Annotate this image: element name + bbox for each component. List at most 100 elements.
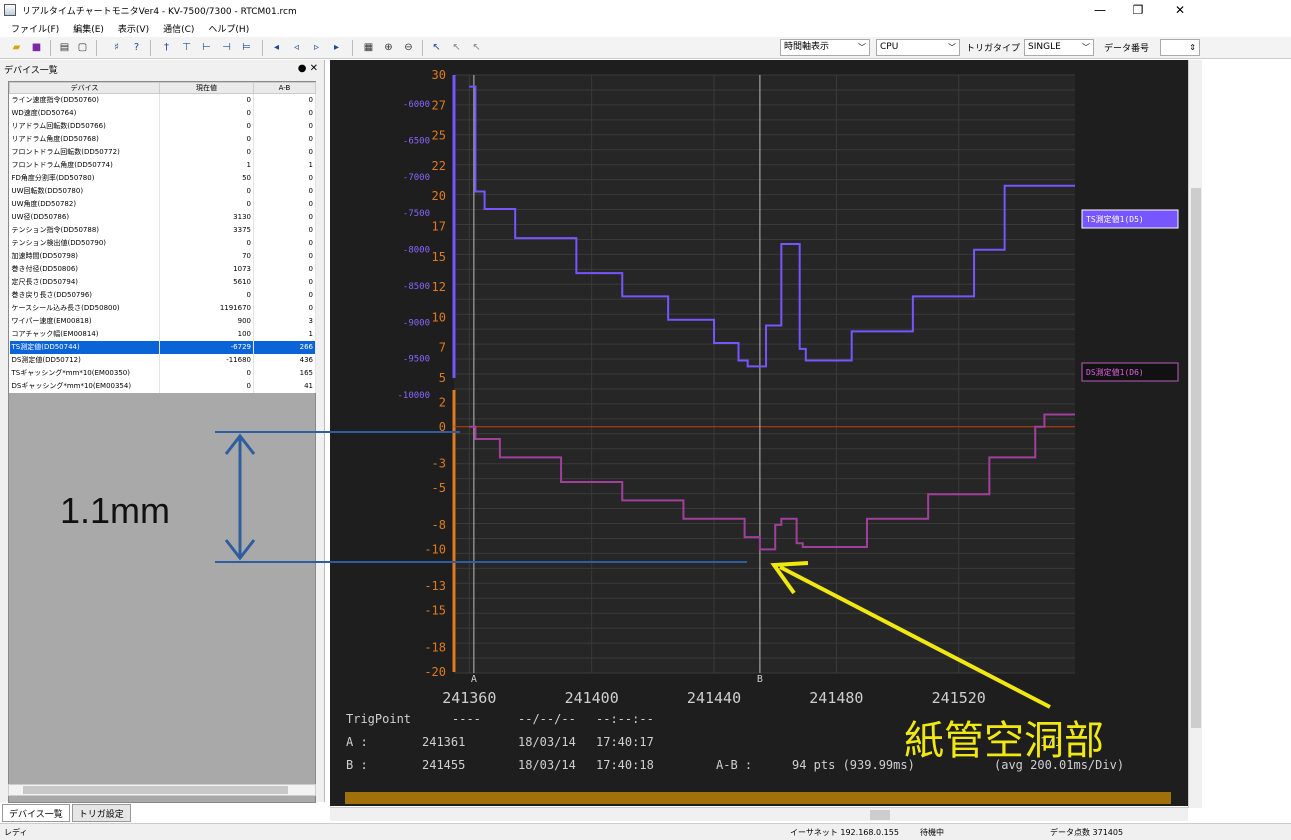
- restore-button[interactable]: ❐: [1118, 0, 1158, 20]
- x-tick-label: 241400: [565, 689, 619, 707]
- legend-label-2: DS測定値1(D6): [1086, 367, 1144, 377]
- axis-display-select[interactable]: 時間軸表示 ﹀: [780, 39, 870, 56]
- zoom-in-icon[interactable]: ⊕: [382, 41, 395, 54]
- cell-value: 900: [159, 314, 254, 328]
- trig-date: --/--/--: [518, 712, 576, 726]
- menu-comm[interactable]: 通信(C): [160, 22, 197, 35]
- cursor-icon[interactable]: †: [160, 41, 173, 54]
- cell-ab: 1: [253, 327, 316, 341]
- jump-last-icon[interactable]: ▸: [330, 41, 343, 54]
- close-button[interactable]: ✕: [1160, 0, 1200, 20]
- data-no-input[interactable]: ⇕: [1160, 39, 1200, 56]
- table-row[interactable]: リアドラム角度(DD50768) 0 0: [9, 132, 316, 146]
- cell-ab: 0: [253, 301, 316, 315]
- table-row[interactable]: リアドラム回転数(DD50766) 0 0: [9, 119, 316, 133]
- jump-next-icon[interactable]: ▹: [310, 41, 323, 54]
- table-row[interactable]: TS測定値(DD50744) -6729 266: [9, 340, 316, 354]
- chart-vscroll[interactable]: [1188, 60, 1202, 808]
- menu-view[interactable]: 表示(V): [115, 22, 152, 35]
- cell-value: 0: [159, 119, 254, 133]
- menu-file[interactable]: ファイル(F): [8, 22, 62, 35]
- minimize-button[interactable]: —: [1080, 0, 1120, 20]
- x-tick-label: 241440: [687, 689, 741, 707]
- y2-tick-label: -9000: [403, 318, 430, 328]
- cell-device: TS測定値(DD50744): [9, 340, 160, 354]
- zoom-out-icon[interactable]: ⊖: [402, 41, 415, 54]
- table-row[interactable]: フロントドラム角度(DD50774) 1 1: [9, 158, 316, 172]
- title-bar: リアルタイムチャートモニタVer4 - KV-7500/7300 - RTCM0…: [0, 0, 1291, 20]
- cell-device: コアチャック幅(EM00814): [9, 327, 160, 341]
- tool-b-icon[interactable]: ⊣: [220, 41, 233, 54]
- y-tick-label: -5: [432, 481, 446, 495]
- arrow-a-icon[interactable]: ↖: [430, 41, 443, 54]
- col-ab[interactable]: A-B: [253, 82, 316, 94]
- table-row[interactable]: コアチャック幅(EM00814) 100 1: [9, 327, 316, 341]
- trigger-type-select[interactable]: SINGLE ﹀: [1024, 39, 1094, 56]
- cell-device: テンション指令(DD50788): [9, 223, 160, 237]
- y-tick-label: 10: [432, 310, 446, 324]
- table-row[interactable]: テンション指令(DD50788) 3375 0: [9, 223, 316, 237]
- table-row[interactable]: テンション検出値(DD50790) 0 0: [9, 236, 316, 250]
- cpu-select[interactable]: CPU ﹀: [876, 39, 960, 56]
- panel-tabs: デバイス一覧 トリガ設定: [0, 804, 131, 822]
- table-row[interactable]: UW回転数(DD50780) 0 0: [9, 184, 316, 198]
- preview-icon[interactable]: ▢: [76, 41, 89, 54]
- cell-value: 0: [159, 184, 254, 198]
- cell-device: リアドラム回転数(DD50766): [9, 119, 160, 133]
- table-row[interactable]: 巻き付径(DD50806) 1073 0: [9, 262, 316, 276]
- y2-tick-label: -10000: [397, 391, 430, 401]
- monitor-icon[interactable]: ♯: [110, 41, 123, 54]
- cell-device: フロントドラム角度(DD50774): [9, 158, 160, 172]
- col-device[interactable]: デバイス: [9, 82, 160, 94]
- cell-value: 1: [159, 158, 254, 172]
- print-icon[interactable]: ▤: [58, 41, 71, 54]
- table-row[interactable]: DSギャッシング*mm*10(EM00354) 0 41: [9, 379, 316, 393]
- table-row[interactable]: UW径(DD50786) 3130 0: [9, 210, 316, 224]
- cell-device: UW角度(DD50782): [9, 197, 160, 211]
- cell-value: 0: [159, 132, 254, 146]
- a-point: 241361: [422, 735, 466, 749]
- device-list-hscroll[interactable]: [8, 784, 316, 796]
- table-row[interactable]: WD速度(DD50764) 0 0: [9, 106, 316, 120]
- x-tick-label: 241360: [442, 689, 496, 707]
- table-row[interactable]: 加速時間(DD50798) 70 0: [9, 249, 316, 263]
- menu-help[interactable]: ヘルプ(H): [205, 22, 252, 35]
- table-row[interactable]: 定尺長さ(DD50794) 5610 0: [9, 275, 316, 289]
- table-row[interactable]: TSギャッシング*mm*10(EM00350) 0 165: [9, 366, 316, 380]
- jump-first-icon[interactable]: ◂: [270, 41, 283, 54]
- cursor-a-label: A: [471, 674, 477, 685]
- tool-a-icon[interactable]: ⊢: [200, 41, 213, 54]
- table-row[interactable]: UW角度(DD50782) 0 0: [9, 197, 316, 211]
- y-tick-label: -18: [424, 640, 446, 654]
- tool-c-icon[interactable]: ⊨: [240, 41, 253, 54]
- y-tick-label: -10: [424, 542, 446, 556]
- cell-ab: 0: [253, 184, 316, 198]
- table-row[interactable]: 巻き戻り長さ(DD50796) 0 0: [9, 288, 316, 302]
- trigger-type-label: トリガタイプ: [966, 44, 1021, 54]
- menu-edit[interactable]: 編集(E): [70, 22, 107, 35]
- tab-device-list[interactable]: デバイス一覧: [2, 804, 70, 822]
- table-row[interactable]: ワイパー速度(EM00818) 900 3: [9, 314, 316, 328]
- help-icon[interactable]: ?: [130, 41, 143, 54]
- table-row[interactable]: FD角度分割率(DD50780) 50 0: [9, 171, 316, 185]
- table-row[interactable]: フロントドラム回転数(DD50772) 0 0: [9, 145, 316, 159]
- arrow-c-icon[interactable]: ↖: [470, 41, 483, 54]
- cell-ab: 0: [253, 262, 316, 276]
- tab-trigger-settings[interactable]: トリガ設定: [71, 804, 131, 822]
- jump-prev-icon[interactable]: ◃: [290, 41, 303, 54]
- open-icon[interactable]: ▰: [10, 41, 23, 54]
- cell-device: リアドラム角度(DD50768): [9, 132, 160, 146]
- marker-icon[interactable]: ⊤: [180, 41, 193, 54]
- a-label: A :: [346, 735, 368, 749]
- panel-pin-close-icon[interactable]: ● ✕: [298, 63, 318, 74]
- table-row[interactable]: ライン速度指令(DD50760) 0 0: [9, 93, 316, 107]
- data-no-label: データ番号: [1104, 44, 1150, 54]
- cell-device: 加速時間(DD50798): [9, 249, 160, 263]
- grid-icon[interactable]: ▦: [362, 41, 375, 54]
- chart-hscroll[interactable]: [330, 807, 1188, 821]
- arrow-b-icon[interactable]: ↖: [450, 41, 463, 54]
- save-icon[interactable]: ■: [30, 41, 43, 54]
- table-row[interactable]: DS測定値(DD50712) -11680 436: [9, 353, 316, 367]
- col-value[interactable]: 現在値: [159, 82, 254, 94]
- table-row[interactable]: ケースシール込み長さ(DD50800) 1191670 0: [9, 301, 316, 315]
